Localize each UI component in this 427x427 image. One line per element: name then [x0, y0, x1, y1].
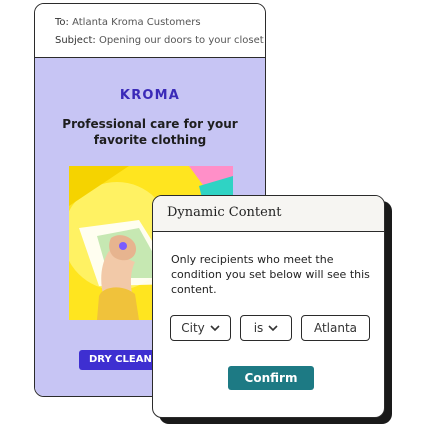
chevron-down-icon: [210, 324, 220, 331]
to-label: To:: [55, 17, 69, 28]
confirm-button[interactable]: Confirm: [228, 366, 314, 390]
condition-value-input[interactable]: Atlanta: [301, 315, 370, 341]
dynamic-content-dialog: Dynamic Content Only recipients who meet…: [152, 195, 385, 418]
condition-field-select[interactable]: City: [170, 315, 231, 341]
email-header: To: Atlanta Kroma Customers Subject: Ope…: [35, 4, 265, 58]
condition-value-text: Atlanta: [313, 321, 358, 335]
dialog-title-bar: Dynamic Content: [153, 196, 384, 232]
email-headline: Professional care for your favorite clot…: [55, 116, 245, 148]
condition-field-value: City: [181, 321, 205, 335]
condition-operator-select[interactable]: is: [240, 315, 292, 341]
dialog-title: Dynamic Content: [167, 205, 282, 220]
dialog-description: Only recipients who meet the condition y…: [171, 253, 370, 296]
subject-label: Subject:: [55, 35, 96, 46]
headline-line-2: favorite clothing: [93, 133, 207, 147]
brand-logo: KROMA: [119, 88, 181, 103]
chevron-down-icon: [268, 324, 278, 331]
subject-value: Opening our doors to your closet: [98, 35, 264, 46]
email-subject-row: Subject: Opening our doors to your close…: [55, 32, 265, 50]
to-value: Atlanta Kroma Customers: [72, 17, 201, 28]
headline-line-1: Professional care for your: [62, 117, 238, 131]
condition-operator-value: is: [253, 321, 264, 335]
email-to-row: To: Atlanta Kroma Customers: [55, 14, 265, 32]
